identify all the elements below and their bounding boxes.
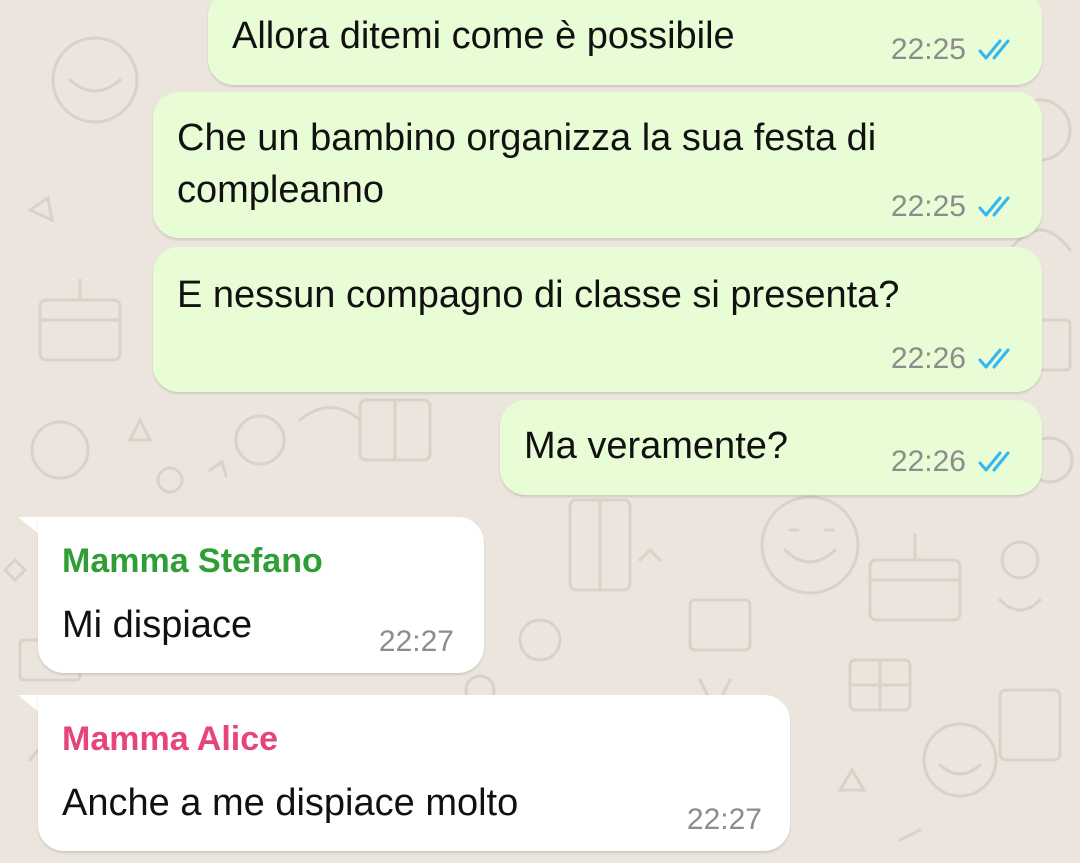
message-time: 22:26 [890, 342, 966, 375]
bubble-tail [18, 517, 40, 535]
message-bubble-incoming[interactable]: Mamma Alice Anche a me dispiace molto 22… [38, 695, 790, 851]
message-time: 22:25 [890, 190, 966, 223]
message-time: 22:25 [890, 33, 966, 66]
message-meta: 22:26 [891, 339, 1020, 379]
message-bubble-outgoing[interactable]: Ma veramente? 22:26 [500, 400, 1042, 495]
message-meta: 22:27 [687, 800, 762, 840]
message-bubble-outgoing[interactable]: Che un bambino organizza la sua festa di… [153, 92, 1042, 238]
bubble-tail [18, 695, 40, 713]
sender-name[interactable]: Mamma Alice [62, 719, 278, 759]
read-double-check-icon [978, 348, 1010, 369]
message-bubble-outgoing[interactable]: E nessun compagno di classe si presenta?… [153, 247, 1042, 392]
message-meta: 22:25 [891, 30, 1020, 70]
message-bubble-incoming[interactable]: Mamma Stefano Mi dispiace 22:27 [38, 517, 484, 673]
read-double-check-icon [978, 39, 1010, 60]
message-meta: 22:26 [891, 442, 1020, 482]
message-bubble-outgoing[interactable]: Allora ditemi come è possibile 22:25 [208, 0, 1042, 85]
message-text: Ma veramente? [524, 425, 789, 467]
sender-name[interactable]: Mamma Stefano [62, 541, 323, 581]
message-meta: 22:25 [891, 187, 1020, 227]
message-time: 22:27 [378, 625, 454, 658]
message-text: E nessun compagno di classe si presenta? [177, 274, 900, 316]
message-meta: 22:27 [379, 622, 454, 662]
message-time: 22:26 [890, 445, 966, 478]
message-text: Anche a me dispiace molto [62, 782, 519, 824]
message-time: 22:27 [686, 803, 762, 836]
read-double-check-icon [978, 451, 1010, 472]
message-text: Mi dispiace [62, 604, 253, 646]
read-double-check-icon [978, 196, 1010, 217]
message-text: Allora ditemi come è possibile [232, 15, 735, 57]
